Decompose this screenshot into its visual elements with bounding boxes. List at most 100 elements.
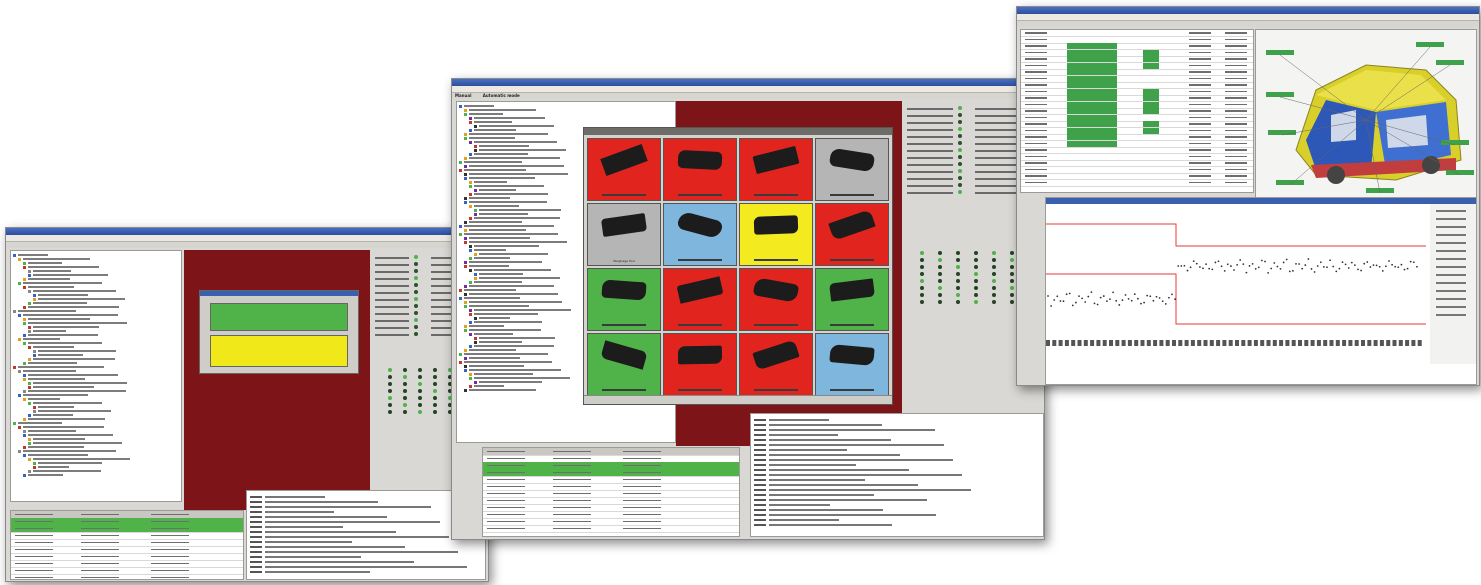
part-tile[interactable] <box>663 268 737 331</box>
table-cell <box>1025 103 1047 105</box>
axis-tick-marker <box>1209 340 1214 346</box>
table-row[interactable] <box>11 574 243 579</box>
measurement-point <box>1158 297 1161 299</box>
event-log-left[interactable] <box>246 490 486 580</box>
menu-bar-right[interactable] <box>1017 14 1479 21</box>
manual-mode-label[interactable]: Manual <box>455 93 471 98</box>
matrix-led-icon <box>388 375 392 379</box>
axis-tick-marker <box>1178 340 1183 346</box>
status-label <box>907 108 953 110</box>
part-tile[interactable]: Weighage Tool <box>587 203 661 266</box>
identification-button-green[interactable] <box>210 303 348 331</box>
part-icon <box>752 277 800 303</box>
highlight-cell <box>1067 114 1117 121</box>
part-tile[interactable] <box>587 333 661 396</box>
highlight-cell <box>1143 173 1159 179</box>
measurement-point <box>1050 305 1052 307</box>
result-grid-center[interactable] <box>482 447 740 537</box>
axis-tick-marker <box>1109 340 1113 346</box>
highlight-cell <box>1143 160 1159 166</box>
part-tile[interactable] <box>739 138 813 201</box>
table-cell <box>1025 32 1047 34</box>
part-tile[interactable] <box>663 203 737 266</box>
log-message <box>769 499 927 501</box>
table-cell <box>623 506 661 508</box>
measurement-point <box>1245 271 1248 274</box>
highlight-cell <box>1143 76 1159 82</box>
log-message <box>769 474 962 476</box>
measurement-table[interactable] <box>1020 29 1254 193</box>
tree-item-label <box>479 337 555 339</box>
part-tile[interactable] <box>739 203 813 266</box>
tree-item-label <box>23 258 90 260</box>
menu-bar-center[interactable] <box>452 86 1044 93</box>
process-tree-left[interactable] <box>10 250 182 502</box>
highlight-cell <box>1143 88 1159 95</box>
part-tile[interactable] <box>815 203 889 266</box>
tree-item-label <box>469 201 547 203</box>
table-row[interactable] <box>1021 180 1253 187</box>
log-timestamp <box>754 419 766 421</box>
part-caption <box>678 259 722 261</box>
matrix-led-icon <box>1010 300 1014 304</box>
measurement-point <box>1400 263 1403 266</box>
measurement-point <box>1199 266 1201 268</box>
axis-tick-marker <box>1272 340 1277 346</box>
measurement-point <box>1106 300 1108 302</box>
tree-item[interactable] <box>13 473 179 477</box>
axis-tick-marker <box>1146 340 1151 346</box>
part-tile[interactable] <box>815 268 889 331</box>
tree-item-label <box>469 305 529 307</box>
tree-item-label <box>33 470 101 472</box>
car-body-view[interactable] <box>1255 29 1477 201</box>
part-tile[interactable] <box>663 333 737 396</box>
tree-item-label <box>28 434 113 436</box>
part-tile[interactable] <box>663 138 737 201</box>
table-cell <box>1189 162 1211 164</box>
tree-item-label <box>474 217 560 219</box>
part-tile[interactable] <box>739 333 813 396</box>
part-tile[interactable] <box>739 268 813 331</box>
part-tile[interactable] <box>587 138 661 201</box>
automatic-mode-label[interactable]: Automatic mode <box>483 93 520 98</box>
table-cell <box>81 562 119 564</box>
highlight-cell <box>1143 37 1159 43</box>
part-icon <box>829 278 875 302</box>
table-cell <box>1225 116 1247 118</box>
side-panel-label <box>1436 218 1466 220</box>
table-cell <box>623 457 661 459</box>
matrix-led-icon <box>974 286 978 290</box>
part-tile[interactable] <box>815 138 889 201</box>
measurement-point <box>1292 269 1294 272</box>
measurement-point <box>1078 295 1080 298</box>
tree-item-label <box>18 422 62 424</box>
table-cell <box>1225 142 1247 144</box>
axis-tick-marker <box>1379 340 1384 346</box>
part-tile[interactable] <box>815 333 889 396</box>
part-tile[interactable] <box>587 268 661 331</box>
table-cell <box>553 492 591 494</box>
measurement-point <box>1288 270 1291 273</box>
part-icon <box>752 339 800 371</box>
identification-button-yellow[interactable] <box>210 335 348 367</box>
tree-item-label <box>469 237 530 239</box>
table-row[interactable] <box>483 525 739 533</box>
result-grid-left[interactable] <box>10 510 244 580</box>
measurement-point <box>1347 267 1350 269</box>
tree-item-label <box>469 325 504 327</box>
trend-chart-pane[interactable] <box>1045 197 1477 385</box>
table-cell <box>151 513 189 515</box>
matrix-led-icon <box>938 272 942 276</box>
tree-item-label <box>474 245 539 247</box>
event-log-center[interactable] <box>750 413 1044 537</box>
matrix-led-icon <box>992 300 996 304</box>
table-cell <box>553 471 591 473</box>
tree-item-label <box>28 398 60 400</box>
log-message <box>769 429 935 431</box>
part-caption <box>754 324 798 326</box>
table-cell <box>1189 38 1211 40</box>
measurement-point <box>1295 262 1297 265</box>
menu-bar-left[interactable] <box>6 235 488 242</box>
window-right <box>1016 6 1480 386</box>
log-message <box>769 504 830 506</box>
